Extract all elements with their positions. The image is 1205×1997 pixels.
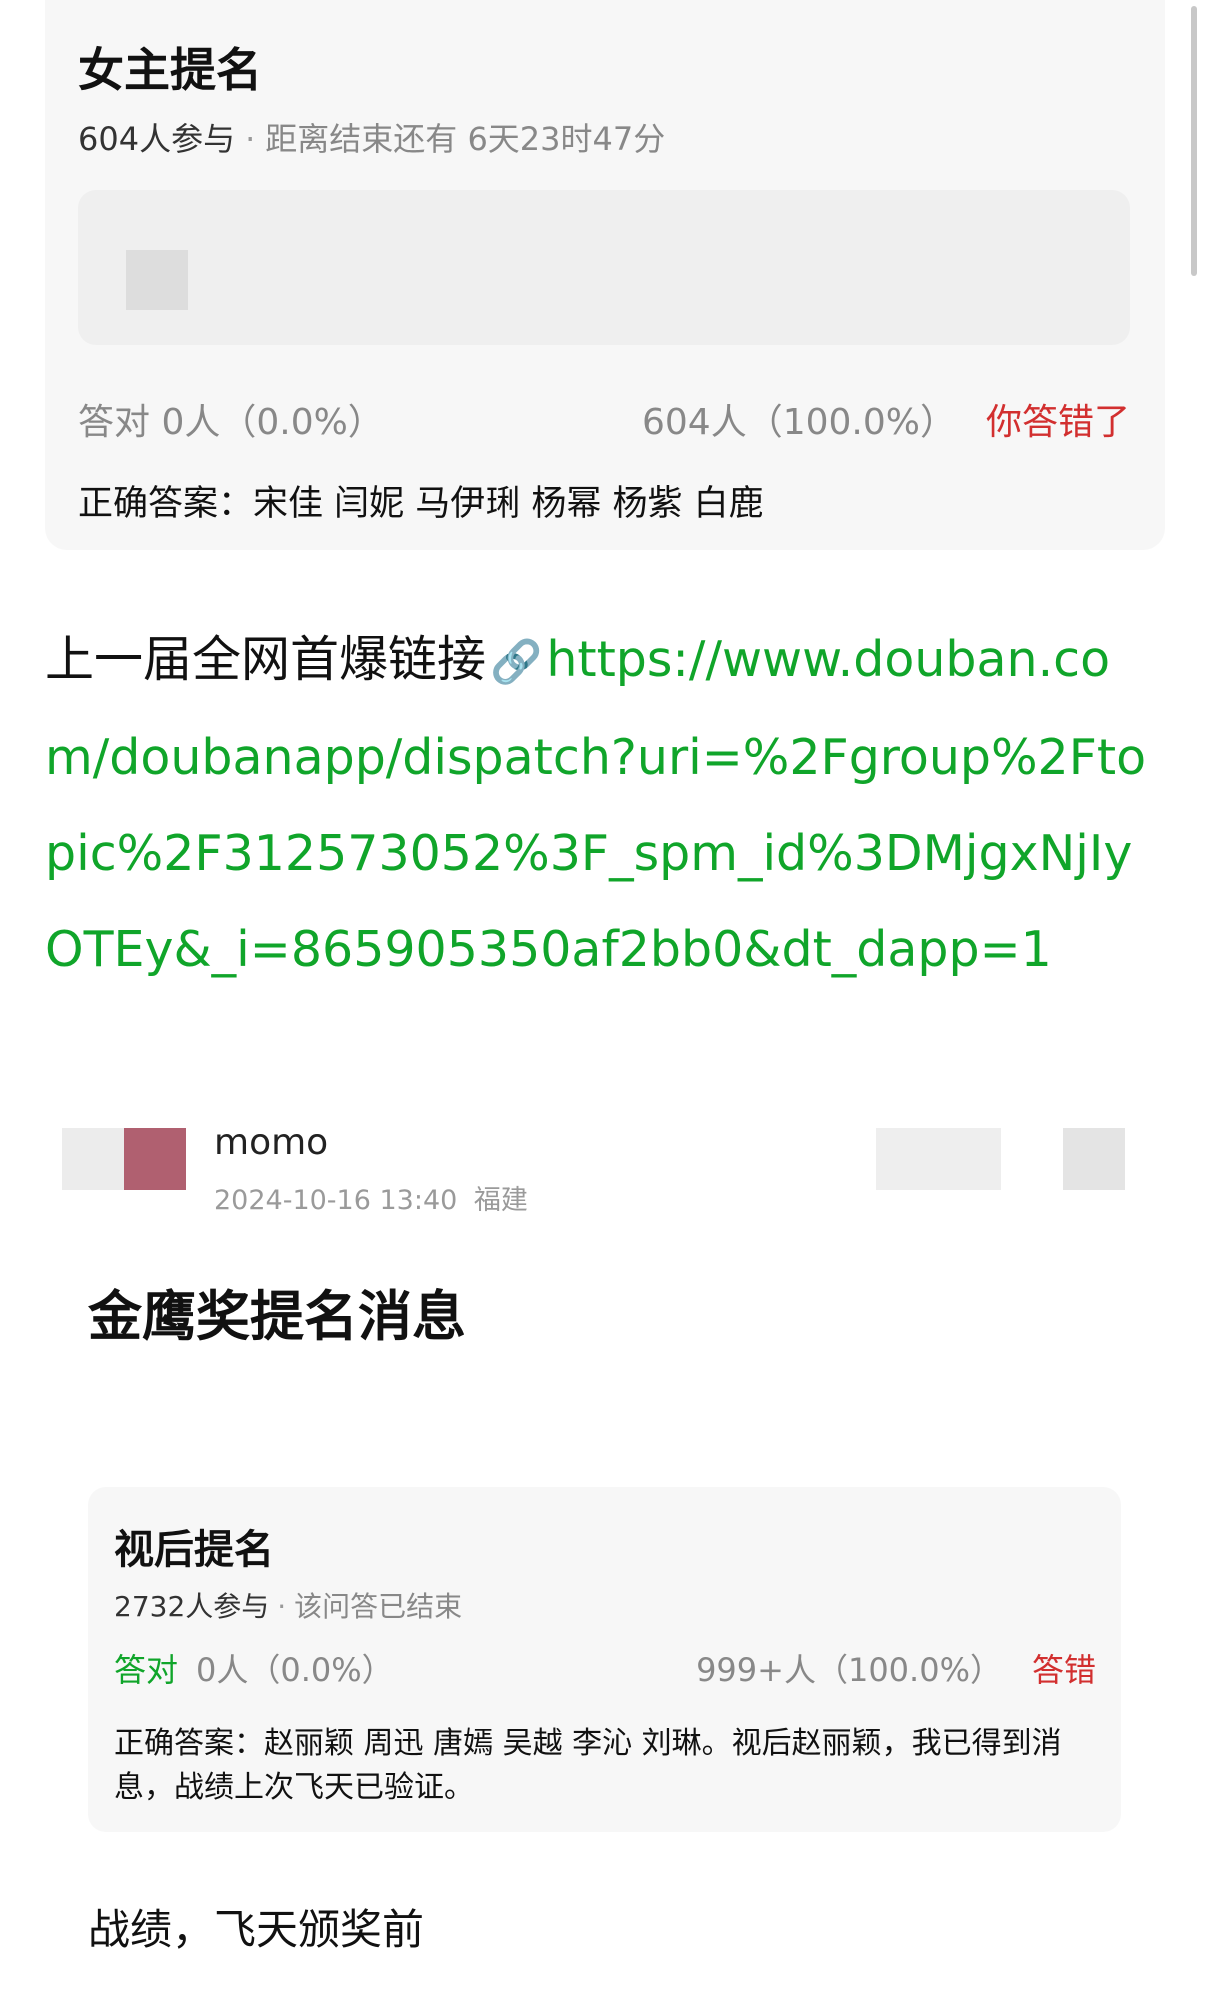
username[interactable]: momo <box>214 1122 328 1163</box>
correct-label: 答对 <box>114 1651 179 1689</box>
scrollbar[interactable] <box>1191 6 1197 276</box>
meta-separator: · <box>245 120 256 158</box>
post-datetime: 2024-10-16 13:40 <box>214 1185 458 1216</box>
quiz-meta: 2732人参与 · 该问答已结束 <box>114 1585 462 1625</box>
quiz-card-actress[interactable]: 女主提名 604人参与 · 距离结束还有 6天23时47分 答对 0人（0.0%） … <box>45 0 1165 550</box>
correct-answer: 正确答案：宋佳 闫妮 马伊琍 杨幂 杨紫 白鹿 <box>78 484 764 524</box>
post-meta: 2024-10-16 13:40 福建 <box>214 1178 528 1217</box>
participant-count: 604人参与 <box>78 120 236 158</box>
follow-button-placeholder[interactable] <box>876 1128 1001 1190</box>
correct-stat: 0人（0.0%） <box>196 1651 394 1689</box>
quiz-title: 女主提名 <box>78 43 262 97</box>
quiz-meta: 604人参与 · 距离结束还有 6天23时47分 <box>78 114 665 160</box>
participant-count: 2732人参与 <box>114 1590 270 1623</box>
quiz-card-best-actress[interactable]: 视后提名 2732人参与 · 该问答已结束 答对 0人（0.0%） 999+人（100… <box>88 1487 1121 1832</box>
quiz-option[interactable] <box>78 190 1130 345</box>
link-paragraph: 上一届全网首爆链接🔗https://www.douban.com/doubana… <box>45 612 1170 998</box>
wrong-stat: 604人（100.0%） <box>642 402 956 443</box>
avatar-placeholder <box>62 1128 124 1190</box>
post-location: 福建 <box>473 1185 528 1216</box>
result-label: 你答错了 <box>985 402 1130 443</box>
correct-stat: 答对 0人（0.0%） <box>78 402 384 443</box>
link-prefix: 上一届全网首爆链接 <box>45 631 487 688</box>
quiz-title: 视后提名 <box>114 1527 274 1573</box>
post-body-text: 战绩，飞天颁奖前 <box>88 1905 425 1954</box>
post-title: 金鹰奖提名消息 <box>88 1285 466 1348</box>
countdown: 距离结束还有 6天23时47分 <box>265 120 666 158</box>
wrong-stat: 999+人（100.0%） <box>696 1651 1002 1689</box>
quiz-status: 该问答已结束 <box>294 1590 463 1623</box>
avatar[interactable] <box>124 1128 186 1190</box>
more-button-placeholder[interactable] <box>1063 1128 1125 1190</box>
option-image-placeholder <box>126 250 188 310</box>
quiz-stats: 答对 0人（0.0%） 604人（100.0%） 你答错了 <box>78 393 1130 445</box>
correct-answer: 正确答案：赵丽颖 周迅 唐嫣 吴越 李沁 刘琳。视后赵丽颖，我已得到消息，战绩上… <box>114 1726 1062 1805</box>
result-label: 答错 <box>1031 1651 1096 1689</box>
quiz-stats: 答对 0人（0.0%） 999+人（100.0%） 答错 <box>114 1645 1096 1691</box>
meta-separator: · <box>277 1590 287 1623</box>
link-icon[interactable]: 🔗 <box>490 637 542 686</box>
